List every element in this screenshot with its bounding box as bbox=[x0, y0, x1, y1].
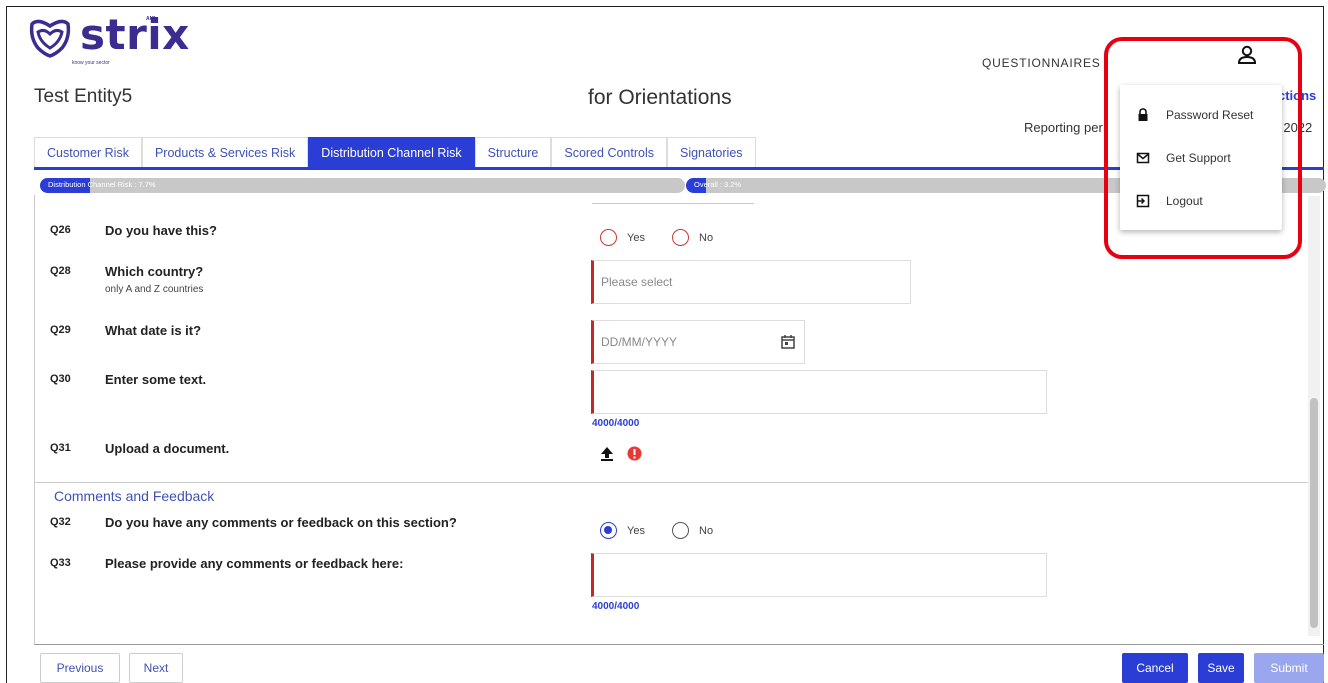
nav-questionnaires[interactable]: QUESTIONNAIRES bbox=[982, 56, 1101, 70]
entity-name: Test Entity5 bbox=[34, 86, 133, 107]
select-placeholder: Please select bbox=[601, 275, 673, 289]
calendar-icon[interactable] bbox=[780, 334, 796, 350]
radio-circle bbox=[600, 522, 617, 539]
tab-scored-controls[interactable]: Scored Controls bbox=[551, 137, 667, 167]
tab-signatories[interactable]: Signatories bbox=[666, 137, 756, 167]
brand-name: strix bbox=[80, 10, 190, 59]
question-text: What date is it? bbox=[105, 323, 202, 338]
radio-circle bbox=[672, 522, 689, 539]
question-number: Q30 bbox=[50, 373, 71, 385]
radio-yes[interactable]: Yes bbox=[600, 229, 645, 246]
question-text: Enter some text. bbox=[105, 372, 207, 387]
next-button[interactable]: Next bbox=[129, 653, 183, 683]
char-counter: 4000/4000 bbox=[592, 601, 640, 612]
scrollbar-thumb[interactable] bbox=[1310, 398, 1318, 628]
brand-tagline: know your sector bbox=[72, 60, 110, 66]
date-field[interactable]: DD/MM/YYYY bbox=[591, 320, 805, 364]
question-subtext: only A and Z countries bbox=[105, 284, 204, 295]
radio-no[interactable]: No bbox=[672, 522, 713, 539]
question-number: Q26 bbox=[50, 224, 71, 236]
scrollbar[interactable] bbox=[1308, 196, 1320, 636]
cancel-button[interactable]: Cancel bbox=[1122, 653, 1188, 683]
radio-label: Yes bbox=[627, 231, 645, 244]
owl-logo-icon bbox=[29, 19, 71, 58]
section-progress-label: Distribution Channel Risk : 7.7% bbox=[48, 180, 156, 189]
section-title: Comments and Feedback bbox=[54, 488, 215, 504]
save-button[interactable]: Save bbox=[1198, 653, 1244, 683]
question-number: Q33 bbox=[50, 557, 71, 569]
radio-circle bbox=[672, 229, 689, 246]
question-text: Please provide any comments or feedback … bbox=[105, 556, 404, 571]
brand-aml: AML bbox=[146, 16, 157, 22]
section-divider bbox=[34, 482, 1310, 483]
previous-field-edge bbox=[592, 196, 754, 204]
date-placeholder: DD/MM/YYYY bbox=[601, 335, 678, 349]
question-number: Q29 bbox=[50, 324, 71, 336]
radio-label: No bbox=[699, 524, 714, 537]
annotation-highlight bbox=[1104, 37, 1302, 259]
radio-circle bbox=[600, 229, 617, 246]
question-text: Do you have this? bbox=[105, 223, 217, 238]
strix-logo[interactable]: strix AML know your sector bbox=[28, 10, 190, 66]
section-progress-bar: Distribution Channel Risk : 7.7% bbox=[40, 178, 685, 193]
question-text: Upload a document. bbox=[105, 441, 230, 456]
submit-button[interactable]: Submit bbox=[1254, 653, 1324, 683]
question-text: Which country? bbox=[105, 264, 204, 279]
country-select[interactable]: Please select bbox=[591, 260, 911, 304]
upload-icon[interactable] bbox=[600, 446, 614, 462]
reporting-period-label: Reporting per bbox=[1024, 120, 1103, 135]
question-number: Q32 bbox=[50, 516, 71, 528]
comments-input[interactable] bbox=[591, 553, 1047, 597]
error-icon bbox=[627, 446, 642, 461]
char-counter: 4000/4000 bbox=[592, 418, 640, 429]
tab-distribution-channel-risk[interactable]: Distribution Channel Risk bbox=[308, 137, 475, 167]
question-number: Q28 bbox=[50, 265, 71, 277]
overall-progress-label: Overall : 3.2% bbox=[694, 180, 742, 189]
radio-label: Yes bbox=[627, 524, 645, 537]
radio-no[interactable]: No bbox=[672, 229, 713, 246]
tab-products-services-risk[interactable]: Products & Services Risk bbox=[141, 137, 309, 167]
text-input[interactable] bbox=[591, 370, 1047, 414]
question-number: Q31 bbox=[50, 442, 71, 454]
tab-structure[interactable]: Structure bbox=[474, 137, 552, 167]
previous-button[interactable]: Previous bbox=[40, 653, 120, 683]
radio-label: No bbox=[699, 231, 714, 244]
section-tabs: Customer Risk Products & Services Risk D… bbox=[34, 137, 756, 167]
tab-customer-risk[interactable]: Customer Risk bbox=[34, 137, 142, 167]
page-title: for Orientations bbox=[588, 86, 732, 109]
question-text: Do you have any comments or feedback on … bbox=[105, 515, 457, 530]
radio-yes[interactable]: Yes bbox=[600, 522, 645, 539]
